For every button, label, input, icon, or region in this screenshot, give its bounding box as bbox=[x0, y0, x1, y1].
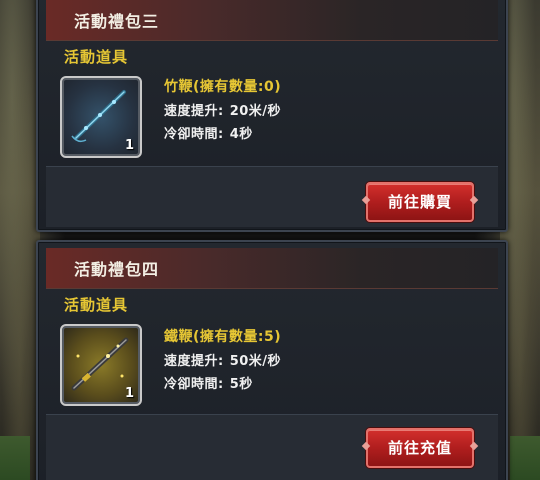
background-grass-right bbox=[510, 436, 540, 480]
cooldown-value: 5秒 bbox=[229, 377, 253, 392]
gift-pack-panel-4: 活動禮包四 活動道具 1 鐵鞭(擁有數量:5) 速度提升: 50米/秒 冷卻時間:… bbox=[36, 240, 508, 480]
item-name: 竹鞭(擁有數量:0) bbox=[164, 79, 282, 95]
go-purchase-button[interactable]: 前往購買 bbox=[366, 182, 474, 222]
game-screen: 活動禮包三 活動道具 1 竹鞭(擁有數量:0) 速度提升: 20米/秒 冷卻時間:… bbox=[0, 0, 540, 480]
cooldown-stat: 冷卻時間: 5秒 bbox=[164, 373, 281, 392]
item-quantity: 1 bbox=[124, 138, 134, 153]
item-info: 竹鞭(擁有數量:0) 速度提升: 20米/秒 冷卻時間: 4秒 bbox=[164, 76, 281, 146]
speed-stat: 速度提升: 20米/秒 bbox=[164, 100, 281, 119]
speed-value: 50米/秒 bbox=[229, 354, 282, 369]
go-recharge-button[interactable]: 前往充值 bbox=[366, 428, 474, 468]
item-name: 鐵鞭(擁有數量:5) bbox=[164, 329, 282, 345]
gift-pack-title-bar: 活動禮包三 bbox=[46, 0, 498, 41]
item-info: 鐵鞭(擁有數量:5) 速度提升: 50米/秒 冷卻時間: 5秒 bbox=[164, 326, 281, 396]
speed-label: 速度提升: bbox=[164, 104, 224, 119]
speed-label: 速度提升: bbox=[164, 354, 224, 369]
item-quantity: 1 bbox=[124, 386, 134, 401]
speed-value: 20米/秒 bbox=[229, 104, 282, 119]
speed-stat: 速度提升: 50米/秒 bbox=[164, 350, 281, 369]
cooldown-label: 冷卻時間: bbox=[164, 127, 224, 142]
cooldown-label: 冷卻時間: bbox=[164, 377, 224, 392]
gift-pack-title: 活動禮包四 bbox=[74, 260, 160, 279]
cooldown-value: 4秒 bbox=[229, 127, 253, 142]
category-label: 活動道具 bbox=[64, 48, 129, 66]
gift-pack-panel-3: 活動禮包三 活動道具 1 竹鞭(擁有數量:0) 速度提升: 20米/秒 冷卻時間:… bbox=[36, 0, 508, 232]
background-scenery-left bbox=[0, 0, 40, 480]
item-slot-iron-whip[interactable]: 1 bbox=[60, 324, 142, 406]
gift-pack-title: 活動禮包三 bbox=[74, 12, 160, 31]
gift-pack-title-bar: 活動禮包四 bbox=[46, 248, 498, 289]
category-label: 活動道具 bbox=[64, 296, 129, 314]
background-grass-left bbox=[0, 436, 30, 480]
cooldown-stat: 冷卻時間: 4秒 bbox=[164, 123, 281, 142]
item-slot-bamboo-whip[interactable]: 1 bbox=[60, 76, 142, 158]
